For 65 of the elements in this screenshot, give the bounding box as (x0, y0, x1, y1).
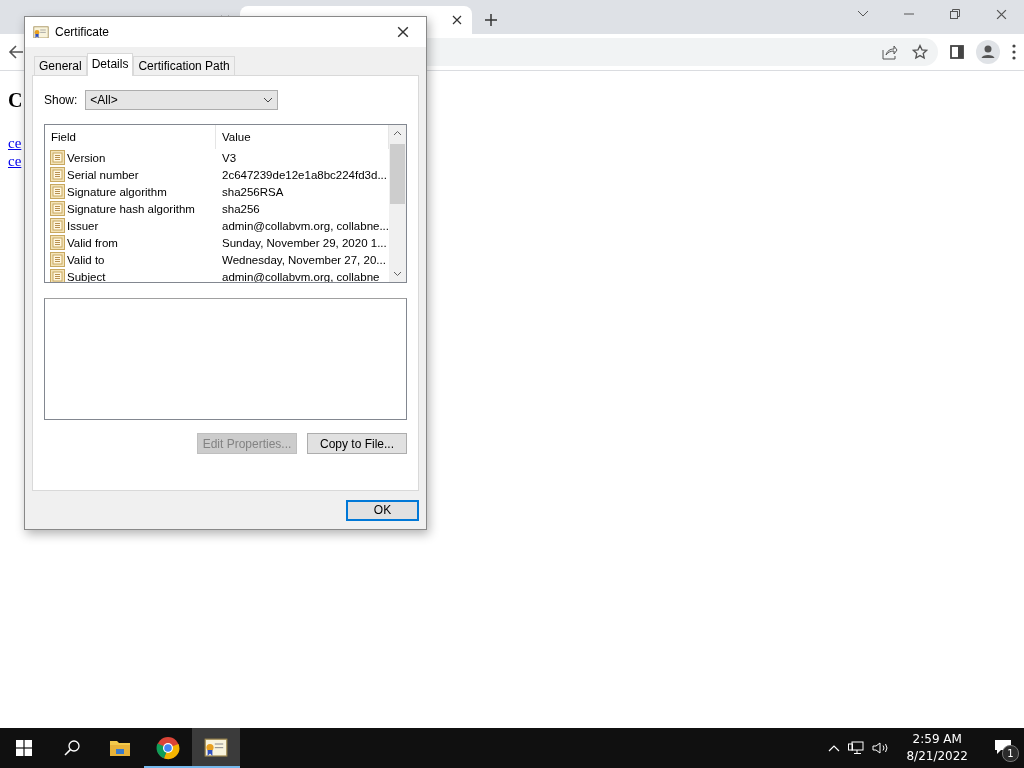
show-dropdown[interactable]: <All> (85, 90, 279, 110)
folder-icon[interactable] (109, 739, 131, 757)
field-name[interactable]: Subject (67, 270, 106, 282)
clock[interactable]: 2:59 AM 8/21/2022 (898, 731, 976, 765)
field-value[interactable]: admin@collabvm.org, collabne (216, 270, 389, 282)
scrollbar[interactable] (389, 125, 406, 282)
dialog-tab[interactable]: Details (86, 53, 134, 76)
close-icon[interactable] (452, 15, 462, 25)
ok-button[interactable]: OK (346, 499, 419, 521)
document-icon (50, 218, 65, 233)
close-icon[interactable] (397, 26, 409, 38)
field-value[interactable]: admin@collabvm.org, collabne... (216, 219, 389, 232)
field-name[interactable]: Signature hash algorithm (67, 202, 195, 215)
clock-date: 8/21/2022 (906, 748, 968, 765)
chevron-down-icon (263, 97, 274, 103)
speaker-icon[interactable] (872, 741, 891, 755)
field-name[interactable]: Serial number (67, 168, 139, 181)
document-icon (50, 269, 65, 282)
certificate-icon (204, 738, 228, 758)
value-detail-box[interactable] (44, 298, 407, 420)
profile-icon[interactable] (976, 40, 1000, 64)
chrome-icon[interactable] (156, 736, 180, 760)
plus-icon[interactable] (484, 13, 498, 27)
close-icon[interactable] (995, 8, 1007, 20)
field-name[interactable]: Issuer (67, 219, 99, 232)
star-icon[interactable] (912, 44, 928, 60)
dialog-tab[interactable]: General (34, 56, 87, 75)
document-icon (50, 184, 65, 199)
notification-badge: 1 (1002, 745, 1019, 762)
chevron-down-icon[interactable] (857, 10, 869, 18)
network-icon[interactable] (848, 741, 865, 755)
field-value[interactable]: sha256RSA (216, 185, 389, 198)
field-value[interactable]: 2c647239de12e1a8bc224fd3d... (216, 168, 389, 181)
dialog-tab[interactable]: Certification Path (133, 56, 235, 75)
document-icon (50, 252, 65, 267)
chevron-up-icon[interactable] (828, 744, 841, 752)
show-label: Show: (44, 93, 78, 107)
field-name[interactable]: Valid to (67, 253, 105, 266)
side-panel-icon[interactable] (950, 45, 964, 59)
document-icon (50, 167, 65, 182)
share-icon[interactable] (882, 44, 898, 60)
windows-logo-icon[interactable] (16, 740, 32, 756)
field-name[interactable]: Version (67, 151, 106, 164)
dialog-button[interactable]: Copy to File... (307, 433, 407, 454)
page-link[interactable]: ce (8, 134, 22, 152)
column-header[interactable]: Field (45, 125, 216, 149)
field-value[interactable]: Sunday, November 29, 2020 1... (216, 236, 389, 249)
search-icon[interactable] (64, 740, 80, 756)
dialog-title: Certificate (55, 25, 111, 39)
document-icon (50, 201, 65, 216)
clock-time: 2:59 AM (912, 731, 962, 748)
field-value[interactable]: Wednesday, November 27, 20... (216, 253, 389, 266)
page-heading: C (8, 89, 23, 112)
field-name[interactable]: Signature algorithm (67, 185, 167, 198)
menu-icon[interactable] (1012, 44, 1016, 60)
document-icon (50, 150, 65, 165)
field-value[interactable]: sha256 (216, 202, 389, 215)
document-icon (50, 235, 65, 250)
taskbar-app[interactable] (192, 728, 240, 768)
restore-icon[interactable] (950, 9, 960, 19)
certificate-icon (33, 25, 49, 39)
page-link[interactable]: ce (8, 152, 22, 170)
field-name[interactable]: Valid from (67, 236, 118, 249)
back-arrow-icon[interactable] (8, 44, 24, 60)
field-value[interactable]: V3 (216, 151, 389, 164)
